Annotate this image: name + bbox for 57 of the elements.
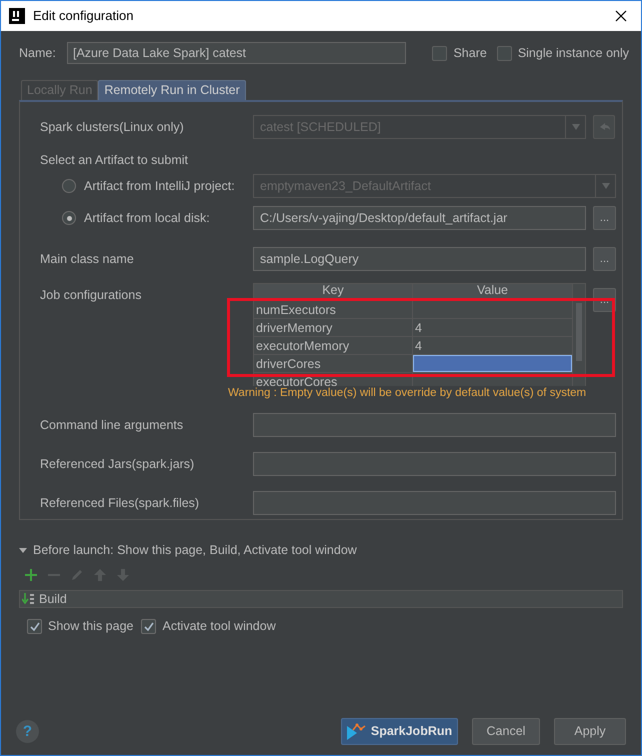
checkbox[interactable] (141, 618, 156, 634)
text-field[interactable] (253, 491, 616, 515)
field-label: Job configurations (40, 287, 142, 304)
build-icon (22, 593, 35, 605)
check-icon (29, 620, 40, 632)
checkbox-label: Share (453, 44, 487, 62)
add-icon[interactable] (25, 569, 37, 581)
radio-label: Artifact from IntelliJ project: (84, 178, 235, 195)
spark-play-icon (346, 723, 366, 740)
dialog-button[interactable]: Cancel (472, 718, 540, 745)
window-title: Edit configuration (33, 7, 134, 26)
field-label: Referenced Files(spark.files) (40, 494, 200, 512)
app-logo-icon (9, 8, 25, 24)
refresh-button[interactable] (593, 115, 615, 139)
checkbox-label: Single instance only (518, 44, 629, 62)
section-label: Select an Artifact to submit (40, 152, 188, 169)
browse-button[interactable]: ... (593, 247, 616, 271)
field-label: Spark clusters(Linux only) (40, 118, 185, 136)
table-cell: executorCores (254, 373, 413, 386)
table-cell: executorMemory (254, 337, 413, 354)
text-field[interactable] (253, 452, 616, 476)
checkbox[interactable] (27, 618, 42, 634)
dialog-button[interactable]: Apply (554, 718, 626, 745)
checkbox-label: Show this page (48, 618, 134, 635)
text-field[interactable] (253, 413, 616, 437)
caret-icon (572, 124, 580, 130)
checkbox[interactable] (432, 46, 448, 60)
checkbox[interactable] (496, 46, 512, 60)
table-cell[interactable]: 4 (413, 319, 572, 336)
run-button[interactable]: SparkJobRun (341, 718, 458, 745)
radio-button[interactable] (62, 211, 76, 225)
table-cell: driverMemory (254, 319, 413, 336)
field-label: Command line arguments (40, 416, 184, 434)
section-title[interactable]: Before launch: Show this page, Build, Activate tool window (33, 540, 357, 560)
checkbox-label: Activate tool window (162, 618, 276, 635)
caret-icon (602, 183, 610, 189)
column-header[interactable]: Key (254, 284, 413, 300)
name-label: Name: (19, 44, 57, 62)
arrow-icon (598, 122, 610, 132)
expand-toggle-icon[interactable] (19, 548, 27, 552)
check-icon (143, 620, 154, 632)
path-field[interactable]: C:/Users/v-yajing/Desktop/default_artifact.jar (253, 206, 586, 230)
field-label: Main class name (40, 250, 135, 268)
table-cell[interactable]: 4 (413, 337, 572, 354)
class-field[interactable]: sample.LogQuery (253, 247, 586, 271)
list-item[interactable]: Build (20, 591, 622, 607)
tab[interactable]: Remotely Run in Cluster (98, 80, 246, 100)
field-label: Referenced Jars(spark.jars) (40, 456, 196, 473)
table-cell[interactable] (413, 355, 572, 372)
warning-text: Warning : Empty value(s) will be override by default value(s) of system (228, 386, 586, 401)
name-field[interactable]: [Azure Data Lake Spark] catest (67, 42, 406, 64)
column-header[interactable]: Value (413, 284, 572, 300)
help-button[interactable]: ? (16, 720, 39, 743)
radio-label: Artifact from local disk: (84, 210, 210, 227)
table-cell: numExecutors (254, 301, 413, 318)
close-icon[interactable] (615, 10, 627, 22)
browse-button[interactable]: ... (593, 206, 616, 230)
